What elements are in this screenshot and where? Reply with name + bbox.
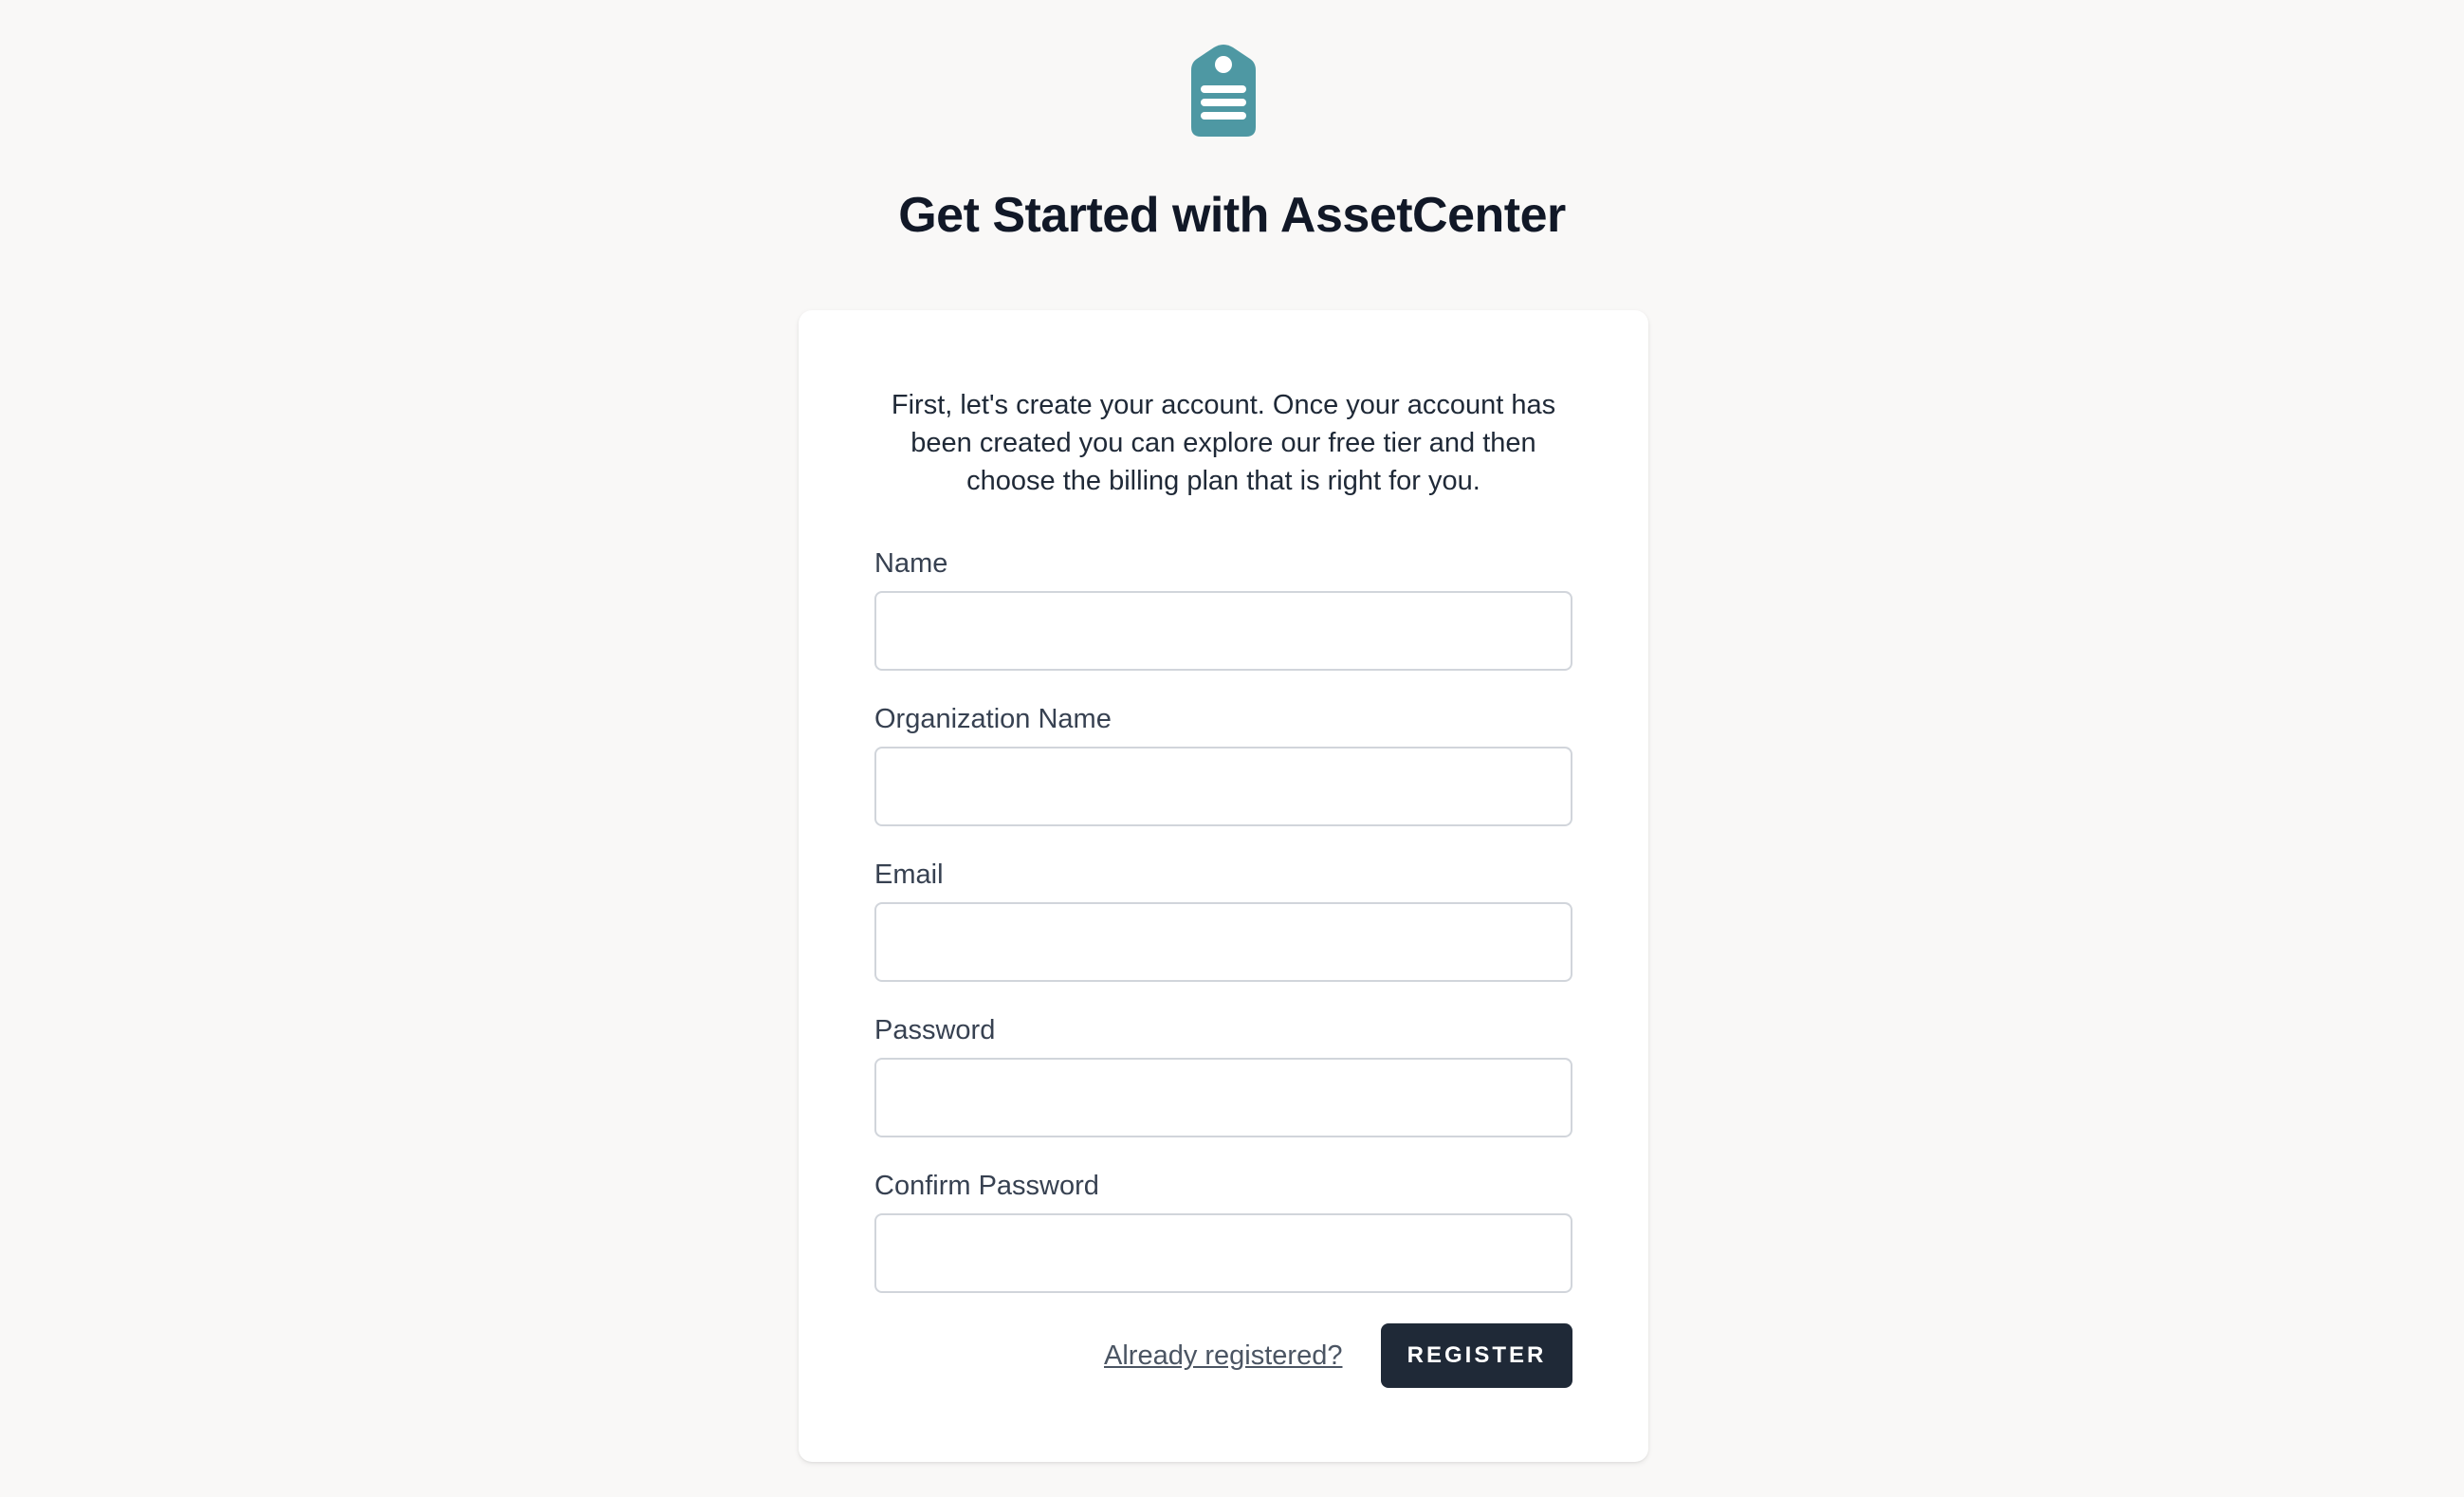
confirm-password-label: Confirm Password xyxy=(874,1171,1099,1201)
name-input[interactable] xyxy=(874,591,1572,671)
organization-name-input[interactable] xyxy=(874,747,1572,826)
password-label: Password xyxy=(874,1015,996,1045)
register-card: First, let's create your account. Once y… xyxy=(799,310,1648,1462)
already-registered-link[interactable]: Already registered? xyxy=(1104,1337,1342,1375)
asset-tag-icon xyxy=(1191,44,1256,137)
intro-text: First, let's create your account. Once y… xyxy=(891,390,1556,496)
confirm-password-input[interactable] xyxy=(874,1213,1572,1293)
email-label: Email xyxy=(874,859,944,890)
name-label: Name xyxy=(874,548,948,579)
organization-name-label: Organization Name xyxy=(874,704,1112,734)
page-title: Get Started with AssetCenter xyxy=(898,188,1566,243)
register-button[interactable]: REGISTER xyxy=(1381,1323,1572,1388)
email-input[interactable] xyxy=(874,902,1572,982)
password-input[interactable] xyxy=(874,1058,1572,1137)
